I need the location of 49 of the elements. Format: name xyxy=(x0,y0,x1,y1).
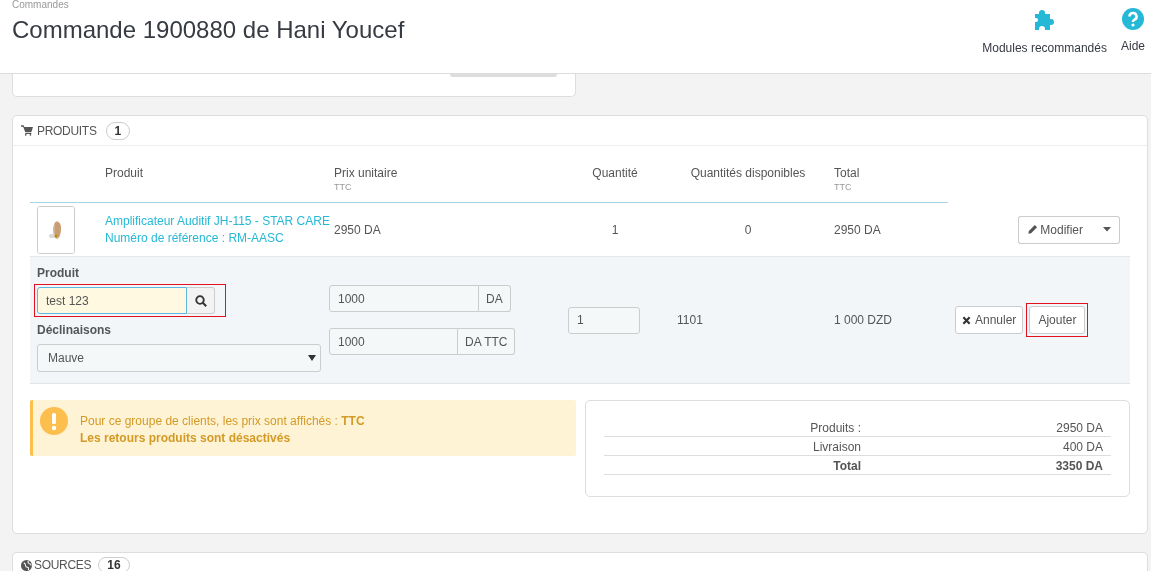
variant-select[interactable]: Mauve xyxy=(37,344,321,372)
edit-button[interactable]: Modifier xyxy=(1018,215,1095,244)
panel-title: SOURCES xyxy=(34,558,92,571)
total-value: 400 DA xyxy=(1061,440,1104,454)
price-field[interactable]: 1000 xyxy=(329,328,458,355)
price-field[interactable]: 1000 xyxy=(329,285,479,312)
column-header: Quantité xyxy=(592,166,638,180)
total-label: Livraison xyxy=(811,440,861,454)
total-label: Total xyxy=(832,459,861,473)
toolbar-button[interactable]: Modules recommandés xyxy=(982,8,1107,73)
column-header: Total xyxy=(834,166,861,180)
column-subheader: TTC xyxy=(334,182,353,192)
alert-text: Pour ce groupe de clients, les prix sont affichés : TTC xyxy=(80,414,365,428)
table-cell: 1101 xyxy=(677,313,703,327)
caret-icon xyxy=(308,355,316,361)
page-title: Commande 1900880 de Hani Youcef xyxy=(12,16,405,44)
toolbar-button[interactable]: Aide xyxy=(1120,8,1145,73)
column-header: Prix unitaire xyxy=(334,166,399,180)
field-label: Déclinaisons xyxy=(37,323,113,338)
search-icon xyxy=(194,294,207,307)
alert-text: Les retours produits sont désactivés xyxy=(80,431,292,445)
dropdown-button[interactable] xyxy=(1095,215,1120,244)
total-label: Produits : xyxy=(809,421,861,435)
puzzle-icon xyxy=(1032,8,1057,32)
cart-icon xyxy=(21,125,33,136)
close-icon xyxy=(962,315,971,325)
search-button[interactable] xyxy=(187,287,215,314)
total-value: 3350 DA xyxy=(1054,459,1104,473)
column-header: Quantités disponibles xyxy=(690,166,806,180)
currency-label: DA xyxy=(479,285,511,312)
table-cell: 2950 DA xyxy=(334,222,381,237)
caret-icon xyxy=(1103,227,1111,232)
add-button[interactable]: Ajouter xyxy=(1029,306,1086,334)
table-cell: 1 xyxy=(611,222,619,237)
help-icon xyxy=(1122,8,1144,30)
pencil-icon xyxy=(1027,224,1039,235)
search-field[interactable]: test 123 xyxy=(37,287,187,314)
column-subheader: TTC xyxy=(834,182,853,192)
total-value: 2950 DA xyxy=(1055,421,1104,435)
table-cell: 1 000 DZD xyxy=(834,313,893,327)
cancel-button[interactable]: Annuler xyxy=(955,306,1024,334)
quantity-field[interactable]: 1 xyxy=(568,306,640,334)
field-label: Produit xyxy=(37,266,80,281)
warning-icon xyxy=(40,407,68,435)
panel-title: PRODUITS xyxy=(37,123,97,138)
table-cell: 2950 DA xyxy=(834,222,881,237)
table-cell: 0 xyxy=(744,222,752,237)
column-header: Produit xyxy=(105,166,145,180)
currency-label: DA TTC xyxy=(458,328,516,355)
